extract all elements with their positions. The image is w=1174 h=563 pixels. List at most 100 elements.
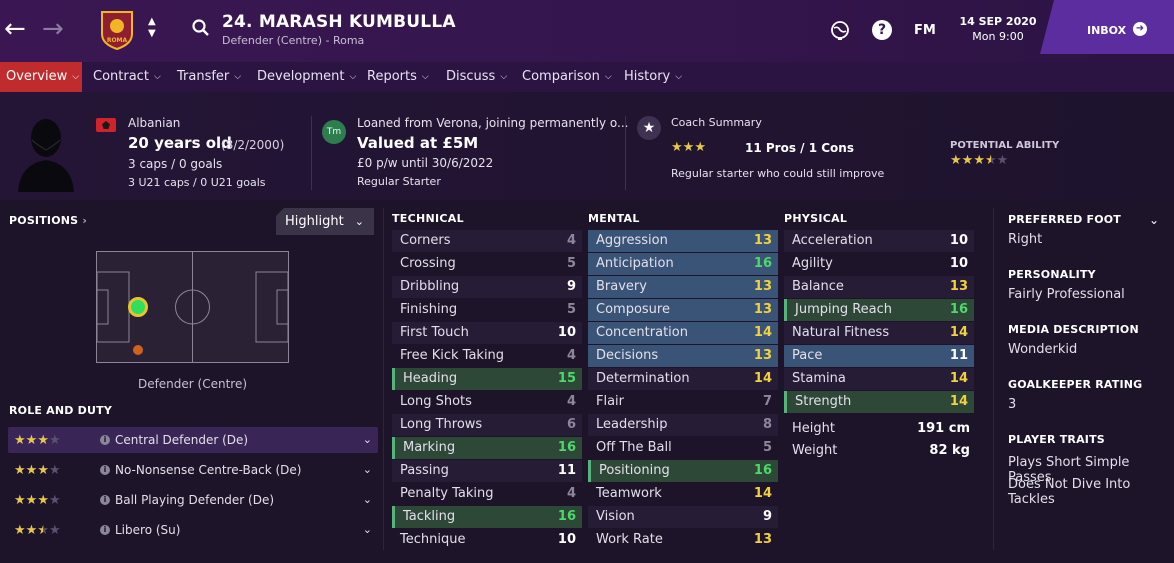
attribute-row[interactable]: Off The Ball 5 — [588, 437, 778, 459]
chevron-down-icon[interactable]: ⌄ — [363, 517, 372, 543]
inbox-label: INBOX — [1087, 24, 1127, 37]
info-icon[interactable]: i — [100, 465, 110, 475]
chevron-down-icon: ⌵ — [72, 72, 80, 82]
height-value: 191 cm — [917, 421, 970, 436]
club-badge: ROMA — [100, 10, 134, 51]
attribute-name: Teamwork — [596, 486, 662, 501]
attribute-row[interactable]: Finishing 5 — [392, 299, 582, 321]
attribute-value: 15 — [557, 371, 576, 386]
star-full-icon: ★ — [14, 463, 26, 478]
attribute-row[interactable]: Stamina 14 — [784, 368, 974, 390]
attribute-row[interactable]: Long Shots 4 — [392, 391, 582, 413]
divider — [311, 116, 312, 190]
attribute-row[interactable]: Teamwork 14 — [588, 483, 778, 505]
attribute-row[interactable]: Technique 10 — [392, 529, 582, 551]
chevron-down-icon[interactable]: ⌄ — [1149, 213, 1159, 227]
attribute-row[interactable]: Tackling 16 — [392, 506, 582, 528]
attribute-row[interactable]: Strength 14 — [784, 391, 974, 413]
star-empty-icon: ★ — [48, 463, 61, 478]
attribute-row[interactable]: Free Kick Taking 4 — [392, 345, 582, 367]
attribute-value: 13 — [753, 279, 772, 294]
attribute-row[interactable]: Pace 11 — [784, 345, 974, 367]
role-row[interactable]: ★★★★ i Ball Playing Defender (De) ⌄ — [8, 487, 378, 513]
attribute-row[interactable]: Acceleration 10 — [784, 230, 974, 252]
attribute-row[interactable]: Balance 13 — [784, 276, 974, 298]
attribute-row[interactable]: Long Throws 6 — [392, 414, 582, 436]
player-subtitle: Defender (Centre) - Roma — [222, 34, 365, 47]
tab-development[interactable]: Development ⌵ — [251, 62, 362, 92]
attribute-value: 7 — [762, 394, 772, 409]
info-icon[interactable]: i — [100, 435, 110, 445]
attribute-name: Work Rate — [596, 532, 663, 547]
inbox-button[interactable]: INBOX ➜ — [1040, 0, 1174, 54]
role-row[interactable]: ★★★★ i Central Defender (De) ⌄ — [8, 427, 378, 453]
loan-club-badge-text: Tm — [326, 127, 342, 137]
nationality: Albanian — [128, 116, 181, 130]
search-icon[interactable] — [192, 19, 210, 41]
divider — [993, 208, 994, 550]
attribute-row[interactable]: Agility 10 — [784, 253, 974, 275]
international-caps: 3 caps / 0 goals — [128, 157, 223, 171]
attribute-row[interactable]: Aggression 13 — [588, 230, 778, 252]
attribute-row[interactable]: First Touch 10 — [392, 322, 582, 344]
attribute-row[interactable]: Penalty Taking 4 — [392, 483, 582, 505]
secondary-position-marker[interactable] — [133, 345, 143, 355]
tab-reports[interactable]: Reports ⌵ — [361, 62, 435, 92]
attribute-row[interactable]: Determination 14 — [588, 368, 778, 390]
attribute-row[interactable]: Leadership 8 — [588, 414, 778, 436]
attribute-row[interactable]: Jumping Reach 16 — [784, 299, 974, 321]
attribute-row[interactable]: Anticipation 16 — [588, 253, 778, 275]
loan-status[interactable]: Loaned from Verona, joining permanently … — [357, 116, 628, 130]
attribute-row[interactable]: Positioning 16 — [588, 460, 778, 482]
attribute-row[interactable]: Decisions 13 — [588, 345, 778, 367]
tab-overview[interactable]: Overview ⌵ — [0, 62, 82, 92]
chevron-down-icon[interactable]: ⌄ — [363, 427, 372, 453]
attribute-row[interactable]: Marking 16 — [392, 437, 582, 459]
tab-contract[interactable]: Contract ⌵ — [87, 62, 167, 92]
attribute-name: Balance — [792, 279, 844, 294]
attribute-row[interactable]: Bravery 13 — [588, 276, 778, 298]
tab-comparison[interactable]: Comparison ⌵ — [516, 62, 618, 92]
attribute-row[interactable]: Natural Fitness 14 — [784, 322, 974, 344]
globe-icon[interactable] — [830, 20, 850, 44]
highlight-label: Highlight — [285, 214, 344, 229]
chevron-down-icon: ⌵ — [604, 72, 612, 82]
attribute-row[interactable]: Concentration 14 — [588, 322, 778, 344]
player-age: 20 years old — [128, 134, 232, 152]
chevron-down-icon[interactable]: ⌄ — [363, 487, 372, 513]
forward-arrow-icon[interactable]: → — [42, 16, 64, 42]
back-arrow-icon[interactable]: ← — [4, 16, 26, 42]
player-trait[interactable]: Does Not Dive Into Tackles — [1008, 477, 1174, 507]
attribute-row[interactable]: Crossing 5 — [392, 253, 582, 275]
star-full-icon: ★ — [682, 140, 695, 155]
attribute-row[interactable]: Dribbling 9 — [392, 276, 582, 298]
attribute-row[interactable]: Vision 9 — [588, 506, 778, 528]
player-switch-icon[interactable]: ▲ ▼ — [148, 16, 156, 40]
role-row[interactable]: ★★★★ i Libero (Su) ⌄ — [8, 517, 378, 543]
positions-heading[interactable]: POSITIONS › — [9, 214, 87, 227]
attribute-value: 4 — [566, 394, 576, 409]
tab-discuss[interactable]: Discuss ⌵ — [440, 62, 513, 92]
potential-ability-stars: ★★★★★ — [950, 153, 1008, 168]
squad-status: Regular Starter — [357, 175, 441, 188]
role-row[interactable]: ★★★★ i No-Nonsense Centre-Back (De) ⌄ — [8, 457, 378, 483]
tab-transfer[interactable]: Transfer ⌵ — [171, 62, 247, 92]
fm-menu-button[interactable]: FM — [914, 23, 936, 38]
attribute-row[interactable]: Passing 11 — [392, 460, 582, 482]
coach-pros-cons[interactable]: 11 Pros / 1 Cons — [745, 141, 854, 155]
attribute-row[interactable]: Composure 13 — [588, 299, 778, 321]
info-icon[interactable]: i — [100, 495, 110, 505]
height-label: Height — [792, 421, 835, 436]
attribute-row[interactable]: Corners 4 — [392, 230, 582, 252]
natural-position-marker[interactable] — [128, 297, 148, 317]
info-icon[interactable]: i — [100, 525, 110, 535]
help-icon[interactable]: ? — [872, 20, 892, 40]
attribute-row[interactable]: Flair 7 — [588, 391, 778, 413]
current-date: 14 SEP 2020 — [959, 15, 1037, 28]
star-full-icon: ★ — [961, 153, 974, 168]
tab-history[interactable]: History ⌵ — [618, 62, 688, 92]
attribute-row[interactable]: Work Rate 13 — [588, 529, 778, 551]
attribute-row[interactable]: Heading 15 — [392, 368, 582, 390]
highlight-dropdown[interactable]: Highlight ⌄ — [276, 208, 374, 235]
chevron-down-icon[interactable]: ⌄ — [363, 457, 372, 483]
